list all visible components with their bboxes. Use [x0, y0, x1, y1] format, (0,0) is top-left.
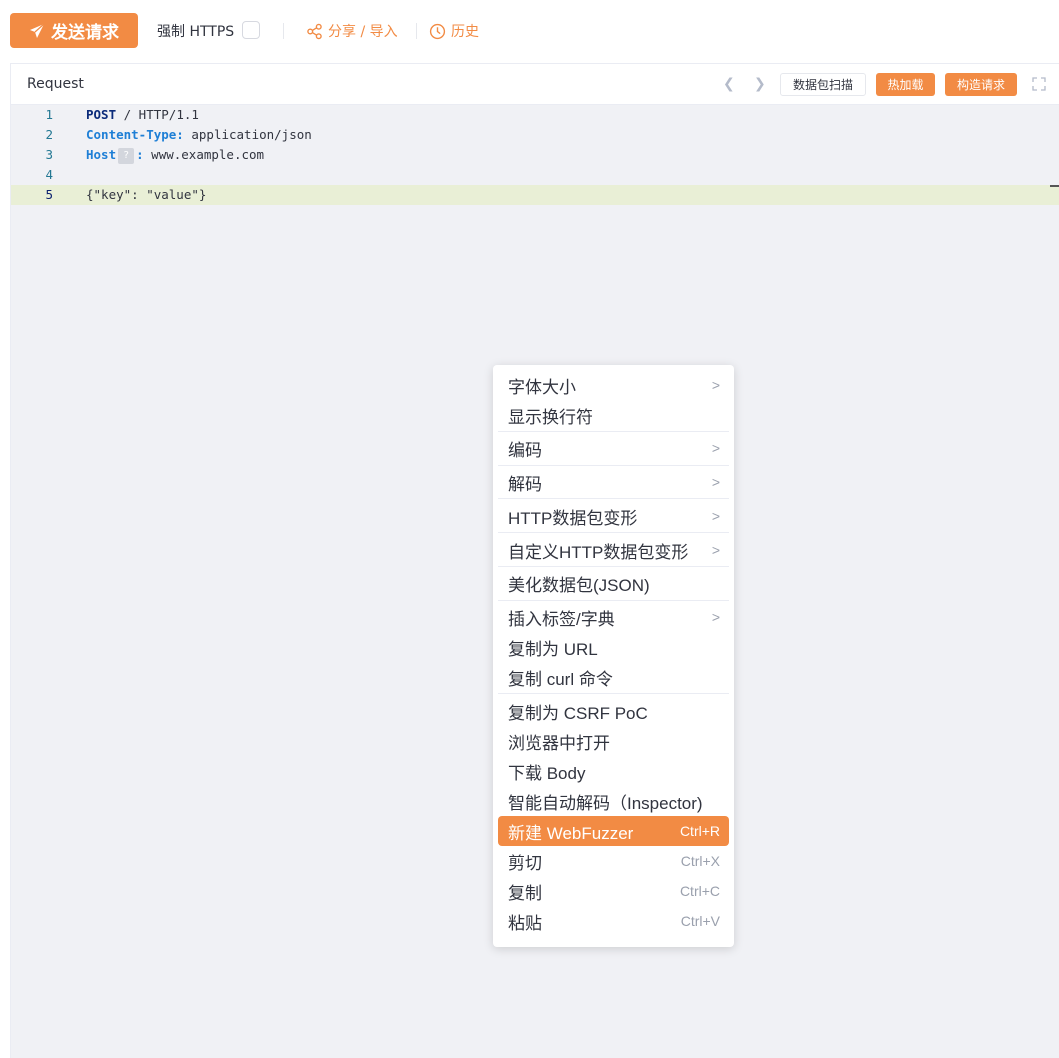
menu-item-copy[interactable]: 复制 Ctrl+C — [498, 876, 729, 906]
editor-line: 2 Content-Type: application/json — [11, 125, 1059, 145]
history-button[interactable]: 历史 — [429, 21, 479, 41]
menu-item-label: 自定义HTTP数据包变形 — [508, 542, 689, 562]
send-request-label: 发送请求 — [51, 23, 119, 43]
menu-item-show-newlines[interactable]: 显示换行符 — [498, 400, 729, 430]
context-menu: 字体大小 > 显示换行符 编码 > 解码 > HTTP数据包变形 > 自定义HTTP数据… — [493, 365, 734, 947]
hot-load-button[interactable]: 热加载 — [876, 73, 935, 96]
menu-shortcut: Ctrl+X — [680, 853, 720, 869]
menu-item-label: 下载 Body — [508, 763, 586, 783]
menu-shortcut: Ctrl+C — [679, 883, 720, 899]
menu-item-beautify-json[interactable]: 美化数据包(JSON) — [498, 568, 729, 598]
build-request-button[interactable]: 构造请求 — [945, 73, 1017, 96]
menu-divider — [498, 431, 729, 432]
header-key: Host — [86, 147, 117, 162]
menu-item-copy-curl[interactable]: 复制 curl 命令 — [498, 662, 729, 692]
menu-shortcut: Ctrl+R — [679, 823, 720, 839]
menu-item-label: 解码 — [508, 474, 542, 494]
help-badge-icon[interactable]: ? — [118, 147, 135, 164]
menu-item-label: HTTP数据包变形 — [508, 508, 638, 528]
share-import-button[interactable]: 分享 / 导入 — [306, 21, 398, 41]
history-label: 历史 — [451, 24, 479, 40]
menu-divider — [498, 498, 729, 499]
chevron-right-icon: > — [711, 508, 720, 524]
chevron-right-icon: > — [711, 542, 720, 558]
menu-item-font-size[interactable]: 字体大小 > — [498, 370, 729, 400]
menu-divider — [498, 465, 729, 466]
menu-item-custom-http-mutate[interactable]: 自定义HTTP数据包变形 > — [498, 535, 729, 565]
menu-item-encode[interactable]: 编码 > — [498, 433, 729, 463]
chevron-right-icon: > — [711, 440, 720, 456]
line-number: 1 — [45, 107, 53, 122]
menu-item-copy-url[interactable]: 复制为 URL — [498, 632, 729, 662]
menu-item-label: 复制为 CSRF PoC — [508, 703, 648, 723]
top-toolbar: 发送请求 强制 HTTPS 分享 / 导入 历史 — [0, 0, 1059, 62]
toolbar-divider — [416, 23, 417, 39]
menu-divider — [498, 600, 729, 601]
menu-item-new-webfuzzer[interactable]: 新建 WebFuzzer Ctrl+R — [498, 816, 729, 846]
menu-item-label: 复制 — [508, 883, 542, 903]
request-panel-header: Request ❮ ❯ 数据包扫描 热加载 构造请求 — [11, 64, 1059, 105]
line-number: 4 — [45, 167, 53, 182]
header-colon: : — [136, 147, 144, 162]
send-icon — [30, 23, 45, 38]
menu-item-label: 智能自动解码（Inspector) — [508, 793, 703, 813]
menu-item-decode[interactable]: 解码 > — [498, 467, 729, 497]
menu-item-label: 编码 — [508, 440, 542, 460]
menu-item-label: 字体大小 — [508, 377, 576, 397]
line-number: 2 — [45, 127, 53, 142]
request-line-rest: / HTTP/1.1 — [116, 107, 199, 122]
chevron-left-icon[interactable]: ❮ — [723, 76, 735, 92]
menu-item-open-browser[interactable]: 浏览器中打开 — [498, 726, 729, 756]
editor-line: 4 — [11, 165, 1059, 185]
menu-item-paste[interactable]: 粘贴 Ctrl+V — [498, 906, 729, 936]
menu-item-label: 浏览器中打开 — [508, 733, 610, 753]
menu-item-label: 复制 curl 命令 — [508, 669, 613, 689]
menu-item-label: 显示换行符 — [508, 407, 593, 427]
chevron-right-icon[interactable]: ❯ — [754, 76, 766, 92]
line-number: 3 — [45, 147, 53, 162]
request-title: Request — [27, 76, 84, 92]
http-method: POST — [86, 107, 117, 122]
share-icon — [307, 23, 322, 39]
force-https-checkbox[interactable] — [242, 21, 260, 39]
menu-item-label: 插入标签/字典 — [508, 609, 615, 629]
scrollbar-marker — [1050, 185, 1059, 187]
header-value: www.example.com — [143, 147, 265, 162]
header-value: application/json — [183, 127, 312, 142]
toolbar-divider — [283, 23, 284, 39]
editor-line: 1 POST / HTTP/1.1 — [11, 105, 1059, 125]
menu-item-label: 剪切 — [508, 853, 542, 873]
menu-item-label: 新建 WebFuzzer — [508, 823, 634, 843]
menu-item-label: 复制为 URL — [508, 639, 598, 659]
chevron-right-icon: > — [711, 377, 720, 393]
menu-divider — [498, 693, 729, 694]
menu-item-http-mutate[interactable]: HTTP数据包变形 > — [498, 501, 729, 531]
request-body: {"key": "value"} — [86, 187, 207, 202]
menu-item-insert-tag[interactable]: 插入标签/字典 > — [498, 602, 729, 632]
editor-line-active: 5 {"key": "value"} — [11, 185, 1059, 205]
menu-divider — [498, 566, 729, 567]
menu-item-smart-decode[interactable]: 智能自动解码（Inspector) — [498, 786, 729, 816]
editor-line: 3 Host?: www.example.com — [11, 145, 1059, 165]
menu-divider — [498, 532, 729, 533]
force-https-label: 强制 HTTPS — [157, 24, 235, 40]
header-key: Content-Type: — [86, 127, 184, 142]
send-request-button[interactable]: 发送请求 — [10, 13, 138, 48]
chevron-right-icon: > — [711, 474, 720, 490]
line-number: 5 — [45, 187, 53, 202]
packet-scan-button[interactable]: 数据包扫描 — [780, 73, 866, 96]
fullscreen-icon[interactable] — [1032, 77, 1046, 91]
menu-item-cut[interactable]: 剪切 Ctrl+X — [498, 846, 729, 876]
menu-item-copy-csrf[interactable]: 复制为 CSRF PoC — [498, 696, 729, 726]
menu-item-download-body[interactable]: 下载 Body — [498, 756, 729, 786]
clock-icon — [429, 23, 446, 39]
chevron-right-icon: > — [711, 609, 720, 625]
menu-shortcut: Ctrl+V — [680, 913, 720, 929]
share-import-label: 分享 / 导入 — [328, 24, 398, 40]
menu-item-label: 粘贴 — [508, 913, 542, 933]
menu-item-label: 美化数据包(JSON) — [508, 575, 650, 595]
